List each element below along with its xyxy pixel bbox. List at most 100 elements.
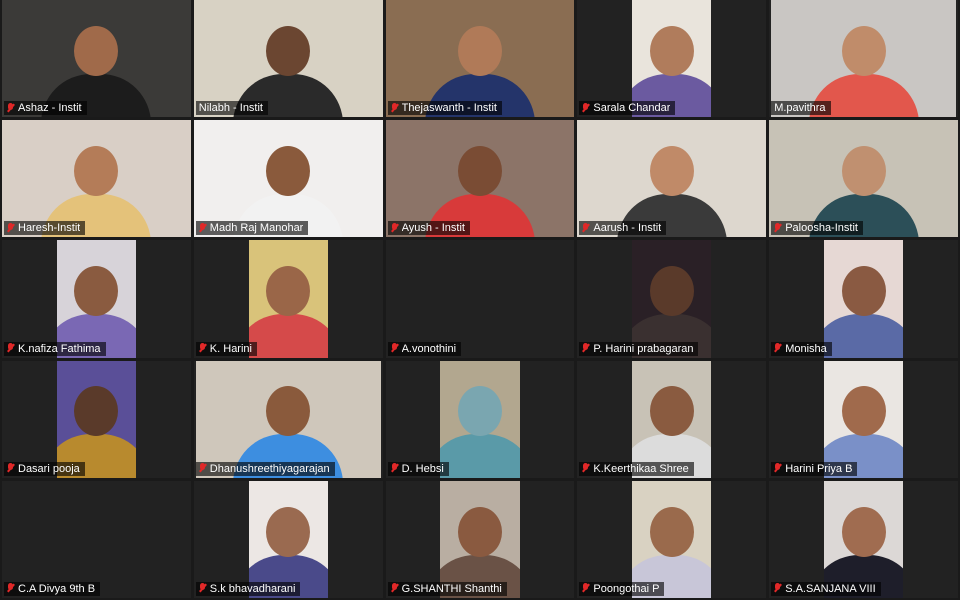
participant-name-tag: A.vonothini bbox=[387, 341, 462, 356]
participant-name-tag: Nilabh - Instit bbox=[195, 101, 268, 116]
participant-tile[interactable]: Paloosha-Instit bbox=[769, 120, 958, 238]
participant-tile[interactable]: Madh Raj Manohar bbox=[193, 120, 383, 238]
participant-tile[interactable]: K.nafiza Fathima bbox=[2, 240, 191, 358]
participant-tile[interactable]: Harini Priya B bbox=[769, 360, 958, 478]
participant-tile[interactable]: Dhanushreethiyagarajan bbox=[193, 360, 383, 478]
participant-head bbox=[74, 25, 119, 76]
participant-name-tag: C.A Divya 9th B bbox=[4, 581, 101, 596]
muted-mic-icon bbox=[199, 583, 206, 594]
participant-tile[interactable]: A.vonothini bbox=[385, 240, 575, 358]
participant-tile[interactable]: K.Keerthikaa Shree bbox=[577, 360, 767, 478]
participant-name-tag: S.k bhavadharani bbox=[195, 581, 301, 596]
participant-head bbox=[649, 145, 694, 196]
participant-name-tag: K. Harini bbox=[195, 341, 257, 356]
participant-tile[interactable]: S.A.SANJANA VIII bbox=[769, 480, 958, 598]
participant-head bbox=[841, 25, 886, 76]
participant-name-tag: P. Harini prabagaran bbox=[579, 341, 699, 356]
participant-head bbox=[649, 25, 694, 76]
participant-head bbox=[841, 266, 886, 317]
participant-head bbox=[457, 145, 502, 196]
participant-head bbox=[266, 506, 311, 557]
participant-name-tag: Dasari pooja bbox=[4, 461, 85, 476]
participant-silhouette bbox=[248, 266, 328, 358]
muted-mic-icon bbox=[199, 343, 206, 354]
participant-tile[interactable]: Monisha bbox=[769, 240, 958, 358]
participant-video bbox=[2, 0, 191, 118]
participant-name-tag: Haresh-Instit bbox=[4, 221, 86, 236]
participant-tile[interactable]: Thejaswanth - Instit bbox=[385, 0, 575, 118]
participant-name: Thejaswanth - Instit bbox=[401, 102, 497, 115]
participant-name-tag: Poongothai P bbox=[579, 581, 665, 596]
participant-tile[interactable]: P. Harini prabagaran bbox=[577, 240, 767, 358]
participant-tile[interactable]: Haresh-Instit bbox=[2, 120, 191, 238]
participant-tile[interactable]: Poongothai P bbox=[577, 480, 767, 598]
participant-tile[interactable]: C.A Divya 9th B bbox=[2, 480, 191, 598]
participant-name: S.A.SANJANA VIII bbox=[785, 582, 876, 595]
participant-tile[interactable]: Dasari pooja bbox=[2, 360, 191, 478]
participant-video bbox=[577, 120, 767, 238]
participant-video bbox=[632, 0, 712, 118]
participant-name-tag: Thejaswanth - Instit bbox=[387, 101, 502, 116]
muted-mic-icon bbox=[7, 463, 14, 474]
participant-name: Nilabh - Instit bbox=[198, 102, 263, 115]
participant-tile[interactable]: S.k bhavadharani bbox=[193, 480, 383, 598]
participant-silhouette bbox=[823, 266, 904, 358]
participant-video bbox=[632, 360, 712, 478]
participant-tile[interactable]: M.pavithra bbox=[769, 0, 958, 118]
muted-mic-icon bbox=[391, 583, 398, 594]
participant-head bbox=[841, 506, 886, 557]
participant-tile[interactable]: G.SHANTHI Shanthi bbox=[385, 480, 575, 598]
participant-video bbox=[440, 360, 520, 478]
participant-name: K. Harini bbox=[209, 342, 252, 355]
muted-mic-icon bbox=[774, 222, 781, 234]
participant-tile[interactable]: Ayush - Instit bbox=[385, 120, 575, 238]
participant-name: Monisha bbox=[785, 342, 827, 355]
participant-video bbox=[632, 480, 712, 598]
gallery-grid: Ashaz - Instit Nilabh - Instit Thejaswanth… bbox=[0, 0, 960, 600]
participant-name-tag: Harini Priya B bbox=[771, 461, 858, 476]
muted-mic-icon bbox=[391, 102, 398, 114]
muted-mic-icon bbox=[582, 463, 589, 474]
participant-video bbox=[823, 240, 904, 358]
participant-head bbox=[649, 266, 694, 317]
participant-tile[interactable]: Aarush - Instit bbox=[577, 120, 767, 238]
participant-name-tag: K.nafiza Fathima bbox=[4, 341, 106, 356]
muted-mic-icon bbox=[199, 222, 206, 234]
participant-name: Ashaz - Instit bbox=[18, 102, 82, 115]
participant-name-tag: M.pavithra bbox=[771, 101, 831, 116]
participant-video bbox=[823, 480, 904, 598]
participant-name-tag: Ashaz - Instit bbox=[4, 101, 87, 116]
muted-mic-icon bbox=[391, 343, 398, 354]
participant-tile[interactable]: K. Harini bbox=[193, 240, 383, 358]
participant-tile[interactable]: D. Hebsi bbox=[385, 360, 575, 478]
muted-mic-icon bbox=[774, 463, 781, 474]
participant-name: Paloosha-Instit bbox=[785, 222, 858, 235]
muted-mic-icon bbox=[582, 102, 589, 114]
participant-video bbox=[195, 360, 381, 478]
participant-video bbox=[193, 120, 383, 238]
participant-video bbox=[632, 240, 712, 358]
participant-tile[interactable]: Nilabh - Instit bbox=[193, 0, 383, 118]
participant-name-tag: G.SHANTHI Shanthi bbox=[387, 581, 507, 596]
participant-video bbox=[771, 0, 957, 118]
participant-name: K.nafiza Fathima bbox=[18, 342, 101, 355]
participant-video bbox=[823, 360, 904, 478]
participant-name: S.k bhavadharani bbox=[209, 582, 296, 595]
participant-name-tag: Paloosha-Instit bbox=[771, 221, 863, 236]
muted-mic-icon bbox=[582, 583, 589, 594]
participant-name: Haresh-Instit bbox=[18, 222, 81, 235]
muted-mic-icon bbox=[7, 222, 14, 234]
participant-name: C.A Divya 9th B bbox=[18, 582, 96, 595]
participant-name: Sarala Chandar bbox=[593, 102, 671, 115]
participant-name: D. Hebsi bbox=[401, 462, 444, 475]
muted-mic-icon bbox=[582, 343, 589, 354]
participant-video bbox=[193, 0, 383, 118]
participant-tile[interactable]: Ashaz - Instit bbox=[2, 0, 191, 118]
participant-head bbox=[266, 145, 311, 196]
muted-mic-icon bbox=[774, 343, 781, 354]
participant-head bbox=[457, 25, 502, 76]
participant-video bbox=[2, 120, 191, 238]
muted-mic-icon bbox=[391, 463, 398, 474]
participant-body bbox=[440, 434, 520, 478]
participant-tile[interactable]: Sarala Chandar bbox=[577, 0, 767, 118]
